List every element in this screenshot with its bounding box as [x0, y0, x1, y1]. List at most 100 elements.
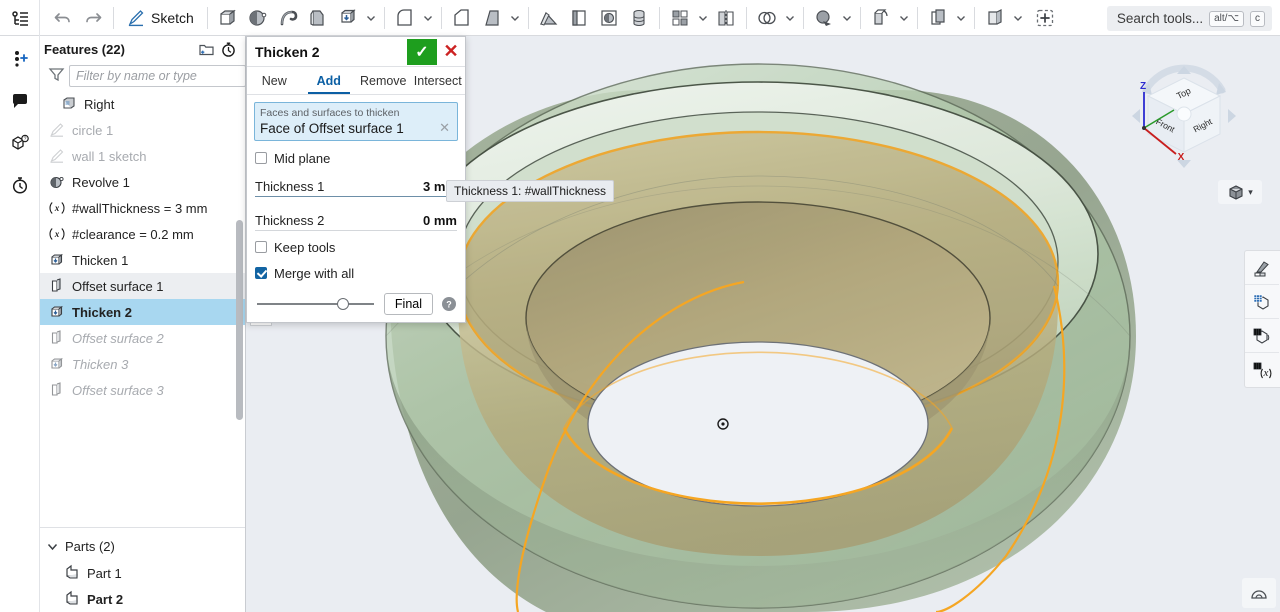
- feature-row[interactable]: Offset surface 3: [40, 377, 245, 403]
- clear-selection-icon[interactable]: ✕: [437, 120, 452, 136]
- fillet-icon[interactable]: [390, 1, 420, 35]
- search-tools-input[interactable]: Search tools... alt/⌥ c: [1106, 6, 1272, 31]
- redo-icon[interactable]: [78, 1, 108, 35]
- chevron-down-icon[interactable]: [695, 1, 711, 35]
- part-icon: [64, 590, 80, 609]
- thread-icon[interactable]: [624, 1, 654, 35]
- add-folder-icon[interactable]: [195, 39, 217, 59]
- dialog-tab-remove[interactable]: Remove: [356, 67, 411, 94]
- add-collaborator-icon[interactable]: [4, 44, 36, 74]
- part-info-icon[interactable]: ?: [4, 128, 36, 158]
- draft-icon[interactable]: [477, 1, 507, 35]
- chevron-down-icon[interactable]: [507, 1, 523, 35]
- extrude-icon[interactable]: [213, 1, 243, 35]
- appearance-icon[interactable]: [1245, 251, 1279, 285]
- preview-slider[interactable]: [255, 297, 376, 311]
- chevron-down-icon[interactable]: [1010, 1, 1026, 35]
- dialog-tab-new[interactable]: New: [247, 67, 302, 94]
- search-placeholder: Search tools...: [1116, 11, 1204, 26]
- feature-label: Thicken 2: [72, 304, 132, 320]
- filter-input[interactable]: [69, 65, 246, 87]
- measure-icon[interactable]: x: [1245, 353, 1279, 387]
- shell-icon[interactable]: [564, 1, 594, 35]
- chamfer-icon[interactable]: [447, 1, 477, 35]
- toolbar-divider: [527, 6, 529, 29]
- thickness-1-field[interactable]: Thickness 1 3 mm: [255, 171, 457, 197]
- toolbar-divider: [206, 6, 208, 29]
- cancel-button[interactable]: ✕: [437, 39, 465, 65]
- keep-tools-checkbox-box[interactable]: [255, 241, 267, 253]
- boolean-icon[interactable]: [752, 1, 782, 35]
- comment-icon[interactable]: [4, 86, 36, 116]
- help-icon[interactable]: ?: [441, 296, 457, 312]
- chevron-down-icon[interactable]: [363, 1, 379, 35]
- thickness-2-label: Thickness 2: [255, 213, 325, 228]
- offset-surface-icon[interactable]: [923, 1, 953, 35]
- feature-row[interactable]: circle 1: [40, 117, 245, 143]
- axis-label-z: Z: [1140, 81, 1146, 92]
- merge-with-all-checkbox[interactable]: Merge with all: [247, 260, 465, 286]
- final-button[interactable]: Final: [383, 293, 433, 315]
- feature-row[interactable]: Thicken 1: [40, 247, 245, 273]
- feature-row[interactable]: Thicken 2: [40, 299, 245, 325]
- enclose-icon[interactable]: [980, 1, 1010, 35]
- sketch-button[interactable]: Sketch: [119, 5, 202, 31]
- display-mode-button[interactable]: ▾: [1218, 180, 1262, 204]
- feature-filter-row: [40, 62, 246, 90]
- chevron-down-icon[interactable]: [839, 1, 855, 35]
- chevron-down-icon[interactable]: [896, 1, 912, 35]
- thicken-icon[interactable]: [333, 1, 363, 35]
- feature-row[interactable]: Right: [40, 91, 245, 117]
- feature-row[interactable]: Revolve 1: [40, 169, 245, 195]
- thicken-icon: [48, 355, 66, 373]
- feature-history-icon[interactable]: [0, 0, 40, 36]
- feature-row[interactable]: x #clearance = 0.2 mm: [40, 221, 245, 247]
- pattern-icon[interactable]: [665, 1, 695, 35]
- chevron-down-icon[interactable]: [953, 1, 969, 35]
- mid-plane-checkbox-box[interactable]: [255, 152, 267, 164]
- split-icon[interactable]: [809, 1, 839, 35]
- dialog-tabs: New Add Remove Intersect: [247, 67, 465, 95]
- accept-button[interactable]: ✓: [407, 38, 437, 65]
- view-orientation-button[interactable]: [1242, 578, 1276, 608]
- feature-row[interactable]: wall 1 sketch: [40, 143, 245, 169]
- loft-icon[interactable]: [303, 1, 333, 35]
- mid-plane-checkbox[interactable]: Mid plane: [247, 145, 465, 171]
- dialog-tab-add[interactable]: Add: [302, 67, 357, 94]
- explode-view-icon[interactable]: [1245, 319, 1279, 353]
- add-custom-feature-icon[interactable]: [1030, 1, 1060, 35]
- dialog-tab-intersect[interactable]: Intersect: [411, 67, 466, 94]
- stopwatch-icon[interactable]: [217, 39, 239, 59]
- thicken-feature-dialog: Thicken 2 ✓ ✕ New Add Remove Intersect Face…: [246, 36, 466, 323]
- sketch-icon: [48, 121, 66, 139]
- chevron-down-icon[interactable]: [782, 1, 798, 35]
- merge-with-all-checkbox-box[interactable]: [255, 267, 267, 279]
- chevron-down-icon[interactable]: ▾: [1248, 187, 1253, 198]
- section-view-icon[interactable]: [1245, 285, 1279, 319]
- thickness-2-value: 0 mm: [423, 213, 457, 228]
- mirror-icon[interactable]: [711, 1, 741, 35]
- view-orientation-icon: [1251, 590, 1267, 599]
- feature-tree-scrollbar[interactable]: [236, 220, 243, 420]
- feature-row[interactable]: Offset surface 2: [40, 325, 245, 351]
- feature-row[interactable]: Offset surface 1: [40, 273, 245, 299]
- parts-label: Parts (2): [65, 538, 115, 554]
- parts-header[interactable]: Parts (2): [40, 532, 245, 560]
- revolve-icon[interactable]: [243, 1, 273, 35]
- selection-box[interactable]: Faces and surfaces to thicken Face of Of…: [254, 102, 458, 141]
- chevron-down-icon[interactable]: [420, 1, 436, 35]
- keep-tools-checkbox[interactable]: Keep tools: [247, 234, 465, 260]
- transform-icon[interactable]: [866, 1, 896, 35]
- sweep-icon[interactable]: [273, 1, 303, 35]
- hole-icon[interactable]: [594, 1, 624, 35]
- slider-knob[interactable]: [337, 298, 350, 310]
- rib-icon[interactable]: [534, 1, 564, 35]
- thickness-2-field[interactable]: Thickness 2 0 mm: [255, 205, 457, 231]
- undo-icon[interactable]: [48, 1, 78, 35]
- view-cube[interactable]: Top Front Right Z X: [1124, 56, 1244, 176]
- history-icon[interactable]: [4, 170, 36, 200]
- feature-row[interactable]: x #wallThickness = 3 mm: [40, 195, 245, 221]
- feature-row[interactable]: Thicken 3: [40, 351, 245, 377]
- part-row[interactable]: Part 1: [40, 560, 245, 586]
- part-row[interactable]: Part 2: [40, 586, 245, 612]
